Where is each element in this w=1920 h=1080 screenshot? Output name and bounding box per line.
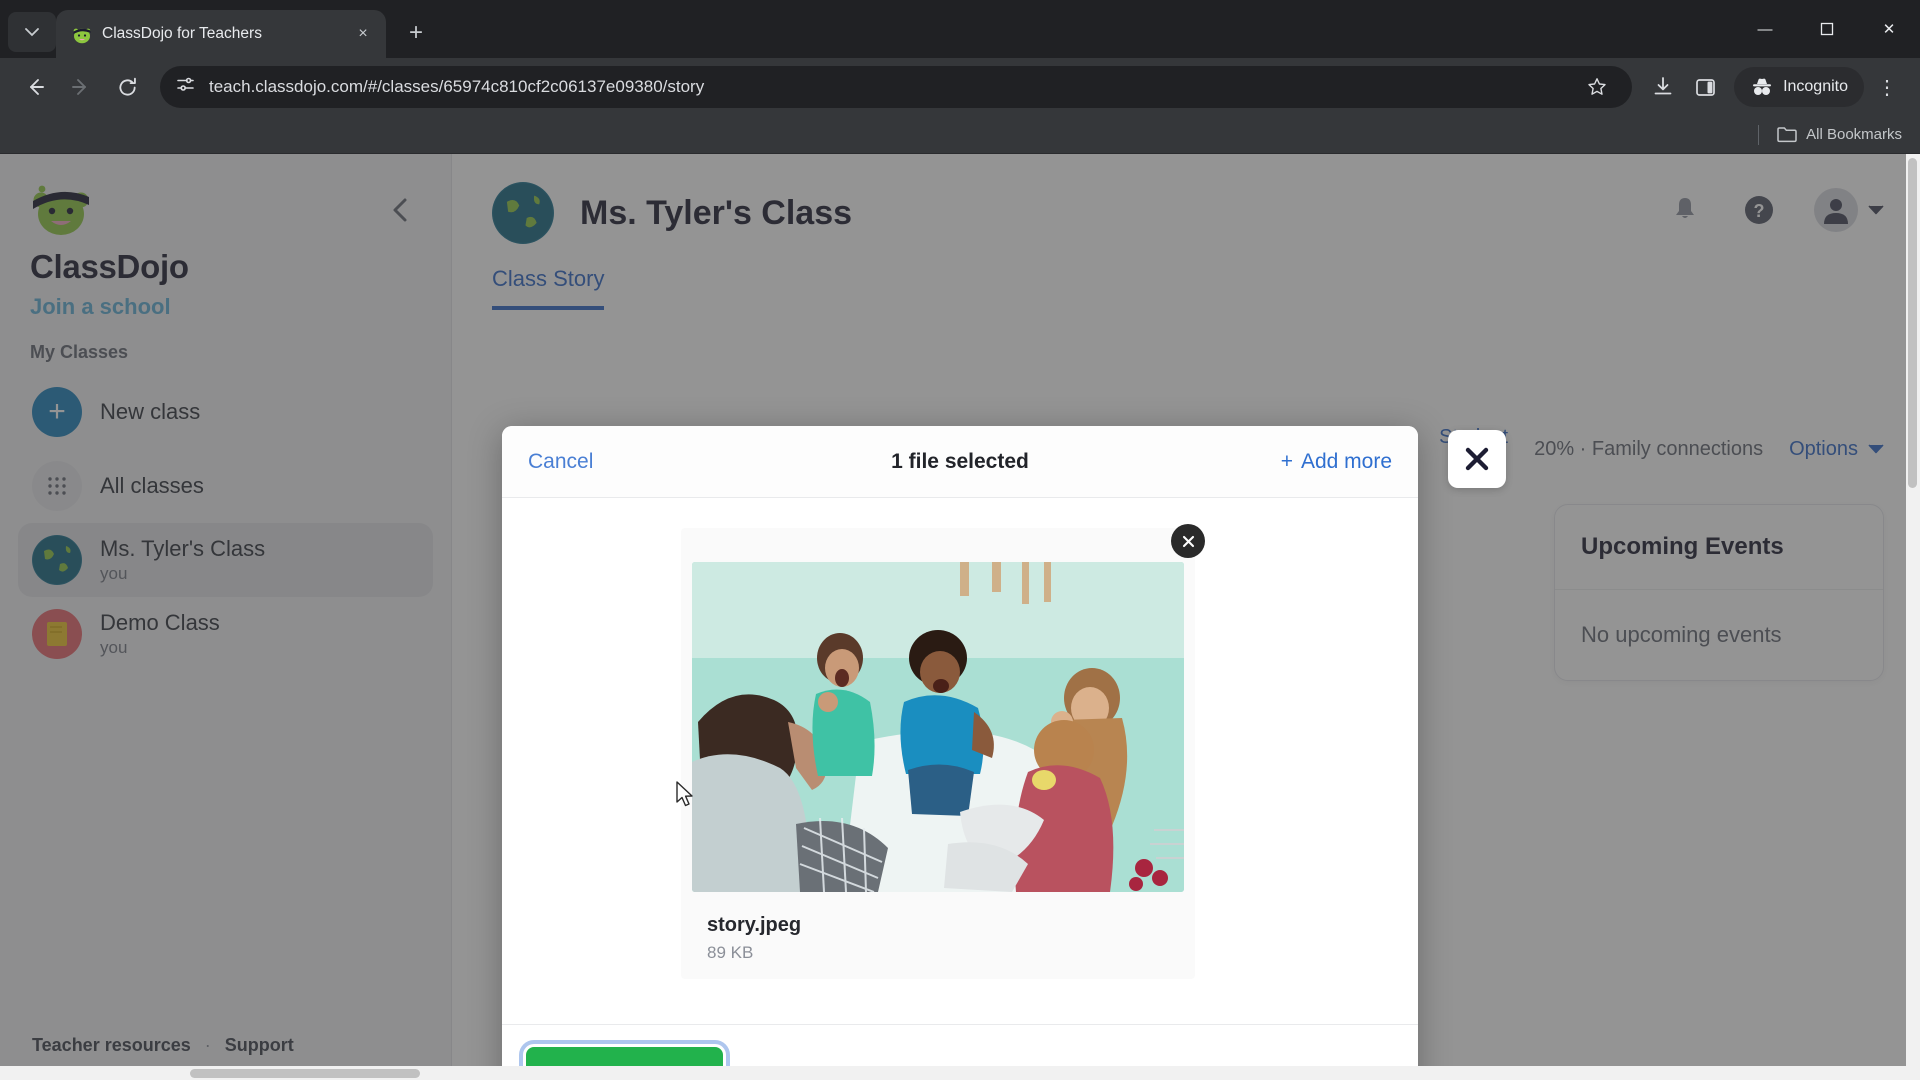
incognito-label: Incognito bbox=[1783, 78, 1848, 95]
browser-tab[interactable]: ClassDojo for Teachers × bbox=[56, 10, 386, 58]
classdojo-app: ClassDojo Join a school My Classes + New… bbox=[0, 154, 1920, 1080]
new-tab-button[interactable]: + bbox=[396, 13, 436, 53]
forward-button[interactable] bbox=[60, 66, 102, 108]
address-bar[interactable]: teach.classdojo.com/#/classes/65974c810c… bbox=[160, 66, 1633, 108]
site-settings-icon[interactable] bbox=[176, 75, 195, 99]
maximize-button[interactable] bbox=[1796, 0, 1858, 58]
file-preview-card: story.jpeg 89 KB bbox=[681, 524, 1205, 979]
close-icon bbox=[1465, 447, 1489, 471]
plus-icon: + bbox=[1280, 449, 1293, 473]
incognito-indicator[interactable]: Incognito bbox=[1734, 67, 1864, 107]
tab-strip: ClassDojo for Teachers × + — ✕ bbox=[0, 0, 1920, 58]
cancel-button[interactable]: Cancel bbox=[528, 450, 593, 474]
window-controls: — ✕ bbox=[1734, 0, 1920, 58]
bookmark-separator bbox=[1758, 124, 1760, 145]
tab-close-button[interactable]: × bbox=[350, 21, 376, 47]
reload-icon bbox=[118, 77, 136, 96]
all-bookmarks-button[interactable]: All Bookmarks bbox=[1777, 126, 1902, 143]
classdojo-monster-icon bbox=[72, 24, 92, 44]
maximize-icon bbox=[1820, 22, 1834, 36]
forward-arrow-icon bbox=[72, 79, 86, 95]
file-thumbnail-classroom-photo[interactable] bbox=[692, 562, 1184, 892]
mouse-cursor bbox=[676, 781, 696, 814]
incognito-icon bbox=[1753, 78, 1772, 95]
bookmark-star-icon[interactable] bbox=[1578, 68, 1616, 106]
add-more-label: Add more bbox=[1300, 449, 1392, 473]
close-icon bbox=[1182, 535, 1194, 547]
scrollbar-thumb[interactable] bbox=[190, 1069, 420, 1078]
file-upload-modal: Cancel 1 file selected + Add more story.… bbox=[502, 426, 1418, 1080]
url-text: teach.classdojo.com/#/classes/65974c810c… bbox=[209, 77, 705, 96]
close-composer-button[interactable] bbox=[1448, 430, 1506, 488]
add-more-button[interactable]: + Add more bbox=[1281, 450, 1392, 474]
chevron-down-icon bbox=[25, 28, 39, 37]
remove-file-button[interactable] bbox=[1171, 524, 1205, 558]
browser-window: ClassDojo for Teachers × + — ✕ teach.cla… bbox=[0, 0, 1920, 1080]
window-close-button[interactable]: ✕ bbox=[1858, 0, 1920, 58]
side-panel-icon[interactable] bbox=[1686, 68, 1724, 106]
back-button[interactable] bbox=[14, 66, 56, 108]
all-bookmarks-label: All Bookmarks bbox=[1806, 126, 1902, 143]
file-name: story.jpeg bbox=[707, 914, 802, 936]
browser-menu-button[interactable]: ⋮ bbox=[1868, 68, 1906, 106]
bookmarks-bar: All Bookmarks bbox=[0, 116, 1920, 154]
minimize-button[interactable]: — bbox=[1734, 0, 1796, 58]
tab-title: ClassDojo for Teachers bbox=[102, 25, 262, 42]
modal-header: Cancel 1 file selected + Add more bbox=[502, 426, 1418, 498]
tab-search-button[interactable] bbox=[8, 12, 56, 52]
thumbnail-wrapper bbox=[681, 524, 1205, 892]
file-size: 89 KB bbox=[707, 943, 754, 962]
download-icon[interactable] bbox=[1644, 68, 1682, 106]
reload-button[interactable] bbox=[106, 66, 148, 108]
horizontal-scrollbar[interactable] bbox=[0, 1066, 1920, 1080]
scrollbar-thumb[interactable] bbox=[1908, 158, 1917, 488]
browser-toolbar: teach.classdojo.com/#/classes/65974c810c… bbox=[0, 58, 1920, 116]
vertical-scrollbar[interactable] bbox=[1906, 154, 1920, 1080]
back-arrow-icon bbox=[30, 79, 44, 95]
folder-icon bbox=[1777, 127, 1797, 143]
modal-body: story.jpeg 89 KB bbox=[502, 498, 1418, 1024]
page-viewport: ClassDojo Join a school My Classes + New… bbox=[0, 154, 1920, 1080]
